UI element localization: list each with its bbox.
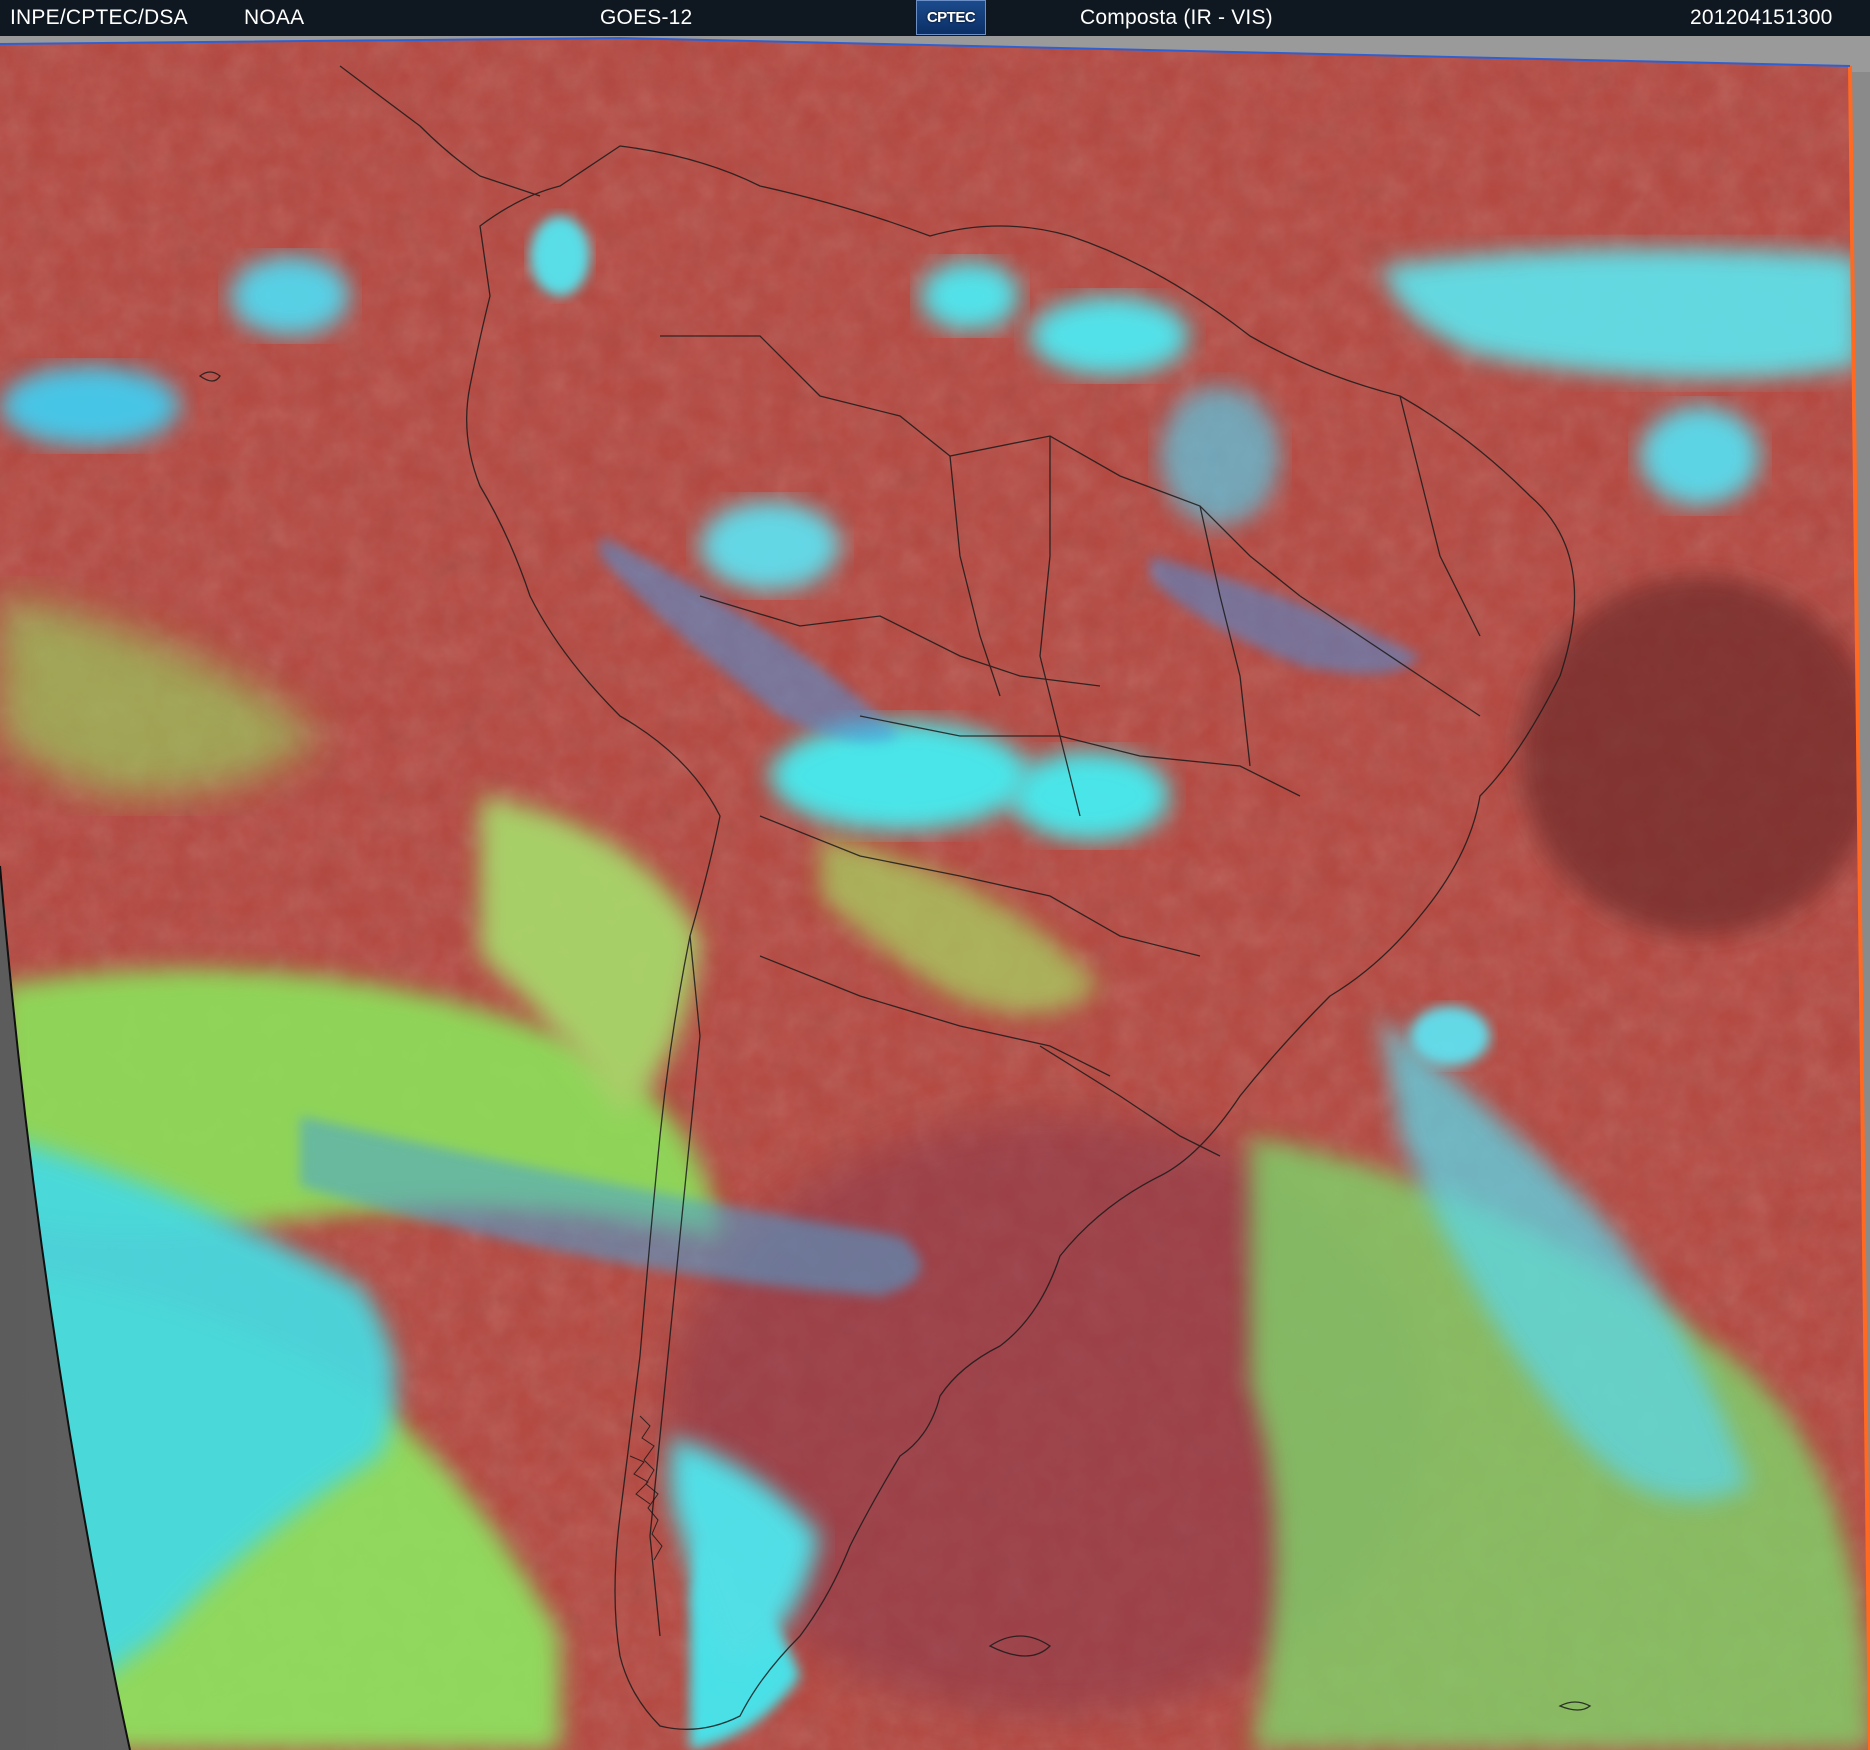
timestamp-label: 201204151300	[1690, 6, 1833, 29]
agency-label: INPE/CPTEC/DSA	[10, 6, 188, 29]
satellite-composite-map	[0, 36, 1870, 1750]
earth-disk	[0, 38, 1870, 1750]
satellite-label: GOES-12	[600, 6, 693, 29]
satellite-image	[0, 36, 1870, 1750]
header-bar: INPE/CPTEC/DSA NOAA GOES-12 CPTEC Compos…	[0, 0, 1870, 36]
product-label: Composta (IR - VIS)	[1080, 6, 1273, 29]
source-label: NOAA	[244, 6, 305, 29]
cptec-logo: CPTEC	[916, 0, 986, 35]
